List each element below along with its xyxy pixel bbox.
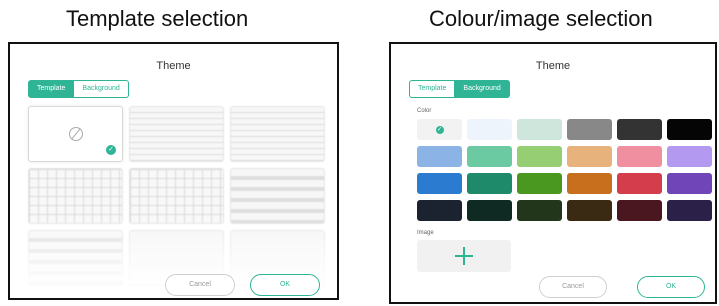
plus-icon: [455, 247, 473, 265]
tab-template[interactable]: Template: [409, 80, 456, 98]
template-thumbnail[interactable]: ✓: [28, 106, 123, 162]
theme-dialog-background: Theme Template Background Color ✓ Image …: [389, 42, 717, 304]
color-swatch[interactable]: [567, 200, 612, 221]
check-icon: ✓: [106, 145, 116, 155]
color-swatch[interactable]: [567, 119, 612, 140]
tab-template[interactable]: Template: [28, 80, 75, 98]
color-swatch[interactable]: [467, 146, 512, 167]
caption-colour-image-selection: Colour/image selection: [429, 6, 653, 31]
dialog-title: Theme: [156, 60, 191, 72]
color-swatch[interactable]: [467, 200, 512, 221]
color-swatch[interactable]: [517, 173, 562, 194]
color-swatch[interactable]: [567, 146, 612, 167]
color-swatch[interactable]: [517, 146, 562, 167]
color-swatch[interactable]: [567, 173, 612, 194]
color-swatch[interactable]: [667, 173, 712, 194]
color-swatch[interactable]: [467, 119, 512, 140]
tab-background[interactable]: Background: [455, 80, 510, 98]
template-thumbnail[interactable]: [28, 230, 123, 286]
color-swatch[interactable]: [617, 173, 662, 194]
tab-background[interactable]: Background: [74, 80, 129, 98]
template-thumbnail[interactable]: [28, 168, 123, 224]
color-swatch[interactable]: [417, 173, 462, 194]
check-icon: ✓: [435, 125, 444, 134]
color-swatch[interactable]: [417, 200, 462, 221]
template-thumbnail[interactable]: [230, 106, 325, 162]
template-thumbnail[interactable]: [230, 168, 325, 224]
ok-button[interactable]: OK: [250, 274, 320, 296]
template-grid: ✓: [28, 106, 325, 286]
color-swatch[interactable]: [667, 200, 712, 221]
color-swatch[interactable]: [617, 200, 662, 221]
cancel-button[interactable]: Cancel: [165, 274, 235, 296]
add-image-button[interactable]: [417, 240, 511, 272]
dialog-title: Theme: [535, 60, 571, 72]
caption-template-selection: Template selection: [66, 6, 249, 31]
theme-tabs: Template Background: [409, 80, 510, 98]
color-swatch[interactable]: ✓: [417, 119, 462, 140]
theme-tabs: Template Background: [28, 80, 129, 98]
color-swatch[interactable]: [617, 146, 662, 167]
color-swatch[interactable]: [667, 146, 712, 167]
color-swatch-grid: ✓: [417, 119, 712, 221]
template-thumbnail[interactable]: [129, 168, 224, 224]
image-section-label: Image: [417, 230, 434, 236]
color-swatch[interactable]: [467, 173, 512, 194]
theme-dialog-template: Theme Template Background ✓ Cancel OK: [8, 42, 339, 300]
color-swatch[interactable]: [417, 146, 462, 167]
color-section-label: Color: [417, 108, 432, 114]
ok-button[interactable]: OK: [637, 276, 705, 298]
color-swatch[interactable]: [517, 200, 562, 221]
color-swatch[interactable]: [517, 119, 562, 140]
color-swatch[interactable]: [617, 119, 662, 140]
cancel-button[interactable]: Cancel: [539, 276, 607, 298]
no-template-icon: [68, 127, 83, 141]
color-swatch[interactable]: [667, 119, 712, 140]
template-thumbnail[interactable]: [129, 106, 224, 162]
